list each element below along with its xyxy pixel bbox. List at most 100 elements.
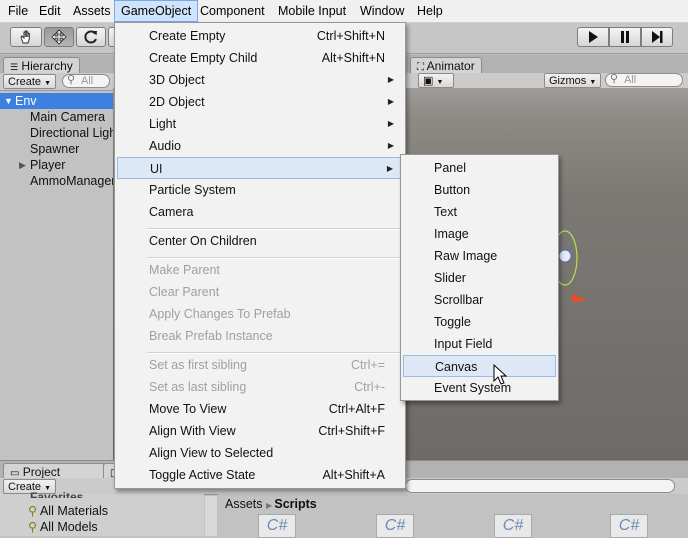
ui-item-slider[interactable]: Slider (403, 267, 556, 289)
submenu-arrow-icon: ▶ (387, 75, 394, 84)
menu-item-label: 3D Object (149, 73, 205, 87)
hierarchy-item-player[interactable]: ▶ Player (0, 157, 113, 173)
scene-search-input[interactable]: ⚲ All (605, 73, 683, 87)
hierarchy-item-ammomanager[interactable]: AmmoManager (0, 173, 115, 189)
ui-item-button[interactable]: Button (403, 179, 556, 201)
menu-mobile-input[interactable]: Mobile Input (272, 0, 352, 22)
menu-item-label: Raw Image (434, 249, 498, 263)
favorites-header: Favorites (30, 490, 84, 498)
ui-item-canvas[interactable]: Canvas (403, 355, 556, 377)
breadcrumb-assets[interactable]: Assets (225, 497, 263, 511)
menu-item-create-empty-child[interactable]: Create Empty Child Alt+Shift+N (117, 47, 403, 69)
dropdown-arrow-icon: ▼ (589, 79, 597, 86)
menu-item-label: Set as first sibling (149, 358, 247, 372)
search-icon: ⚲ (610, 73, 619, 85)
hierarchy-item-env[interactable]: ▼ Env (0, 93, 113, 109)
pause-button[interactable] (609, 27, 641, 47)
ui-item-scrollbar[interactable]: Scrollbar (403, 289, 556, 311)
project-tree-scrollbar[interactable] (205, 496, 217, 536)
gizmos-button[interactable]: Gizmos ▼ (544, 73, 602, 88)
menu-item-label: Align With View (149, 424, 236, 438)
fav-item-label: All Materials (39, 504, 109, 518)
menu-component[interactable]: Component (194, 0, 271, 22)
menu-item-align-view-to-selected[interactable]: Align View to Selected (117, 442, 403, 464)
breadcrumb-scripts[interactable]: Scripts (274, 497, 316, 511)
submenu-arrow-icon: ▶ (387, 97, 394, 106)
scene-render-button[interactable]: ▣ ▼ (418, 73, 454, 88)
hierarchy-item-spawner[interactable]: Spawner (0, 141, 113, 157)
menu-gameobject[interactable]: GameObject (114, 0, 199, 22)
search-placeholder: All (624, 74, 637, 86)
menu-item-ui[interactable]: UI ▶ (117, 157, 403, 179)
ui-item-toggle[interactable]: Toggle (403, 311, 556, 333)
ui-item-image[interactable]: Image (403, 223, 556, 245)
hierarchy-item-label: Env (15, 94, 37, 108)
fav-item-all-models[interactable]: ⚲ All Models (28, 519, 98, 535)
menu-item-move-to-view[interactable]: Move To View Ctrl+Alt+F (117, 398, 403, 420)
menu-item-toggle-active-state[interactable]: Toggle Active State Alt+Shift+A (117, 464, 403, 486)
menu-item-align-with-view[interactable]: Align With View Ctrl+Shift+F (117, 420, 403, 442)
menu-item-label: UI (150, 162, 163, 176)
menu-item-audio[interactable]: Audio ▶ (117, 135, 403, 157)
menu-item-create-empty[interactable]: Create Empty Ctrl+Shift+N (117, 25, 403, 47)
collapse-arrow-icon[interactable]: ▶ (19, 157, 26, 173)
tab-hierarchy[interactable]: ☰ Hierarchy (3, 57, 80, 74)
menu-item-center-on-children[interactable]: Center On Children (117, 230, 403, 252)
hierarchy-item-label: Main Camera (30, 110, 106, 124)
submenu-arrow-icon: ▶ (386, 164, 393, 173)
rotate-tool-button[interactable] (76, 27, 106, 47)
menu-item-light[interactable]: Light ▶ (117, 113, 403, 135)
submenu-arrow-icon: ▶ (387, 141, 394, 150)
menu-item-make-parent: Make Parent (117, 259, 403, 281)
menu-item-set-as-last-sibling: Set as last sibling Ctrl+- (117, 376, 403, 398)
step-icon (652, 31, 663, 43)
tab-hierarchy-label: Hierarchy (21, 59, 73, 73)
ui-item-raw-image[interactable]: Raw Image (403, 245, 556, 267)
mouse-cursor-icon (493, 364, 508, 385)
ui-item-event-system[interactable]: Event System (403, 377, 556, 399)
script-asset-thumbnail[interactable]: C# (258, 514, 296, 538)
hierarchy-item-main-camera[interactable]: Main Camera (0, 109, 113, 125)
ui-item-input-field[interactable]: Input Field (403, 333, 556, 355)
menu-item-label: Create Empty (149, 29, 226, 43)
hierarchy-panel: ☰ Hierarchy Create ▼ ⚲ All ▼ Env Main Ca… (0, 55, 116, 460)
menu-item-3d-object[interactable]: 3D Object ▶ (117, 69, 403, 91)
project-search-input[interactable] (405, 479, 675, 493)
hierarchy-create-button[interactable]: Create ▼ (3, 74, 57, 89)
fav-item-all-materials[interactable]: ⚲ All Materials (28, 503, 108, 519)
menu-item-label: Toggle (434, 315, 471, 329)
menu-item-particle-system[interactable]: Particle System (117, 179, 403, 201)
hierarchy-search-input[interactable]: ⚲ All (62, 74, 110, 88)
menu-item-label: Text (434, 205, 457, 219)
breadcrumb: Assets ▶ Scripts (225, 497, 317, 511)
menu-assets[interactable]: Assets (67, 0, 117, 22)
menu-help[interactable]: Help (411, 0, 449, 22)
search-placeholder: All (81, 75, 94, 87)
menu-item-label: Audio (149, 139, 181, 153)
script-asset-thumbnail[interactable]: C# (610, 514, 648, 538)
menu-edit[interactable]: Edit (33, 0, 67, 22)
menu-window[interactable]: Window (354, 0, 410, 22)
ui-item-text[interactable]: Text (403, 201, 556, 223)
hand-tool-button[interactable] (10, 27, 42, 47)
menu-item-label: Image (434, 227, 469, 241)
script-asset-thumbnail[interactable]: C# (376, 514, 414, 538)
menu-item-2d-object[interactable]: 2D Object ▶ (117, 91, 403, 113)
menu-item-shortcut: Alt+Shift+A (322, 468, 385, 482)
script-asset-thumbnail[interactable]: C# (494, 514, 532, 538)
tab-animator[interactable]: ⛶ Animator (410, 57, 482, 74)
ui-item-panel[interactable]: Panel (403, 157, 556, 179)
fav-item-label: All Models (39, 520, 98, 534)
menu-item-label: Align View to Selected (149, 446, 274, 460)
menu-item-camera[interactable]: Camera (117, 201, 403, 223)
move-tool-button[interactable] (44, 27, 74, 47)
play-button[interactable] (577, 27, 609, 47)
step-button[interactable] (641, 27, 673, 47)
project-assets-area: Assets ▶ Scripts C# C# C# C# (218, 494, 688, 538)
hierarchy-item-directional-light[interactable]: Directional Ligh (0, 125, 116, 141)
tab-project-label: Project (22, 465, 61, 479)
menu-item-shortcut: Ctrl+= (350, 358, 385, 372)
menu-file[interactable]: File (2, 0, 34, 22)
menu-item-shortcut: Ctrl+- (354, 380, 385, 394)
menu-item-label: Set as last sibling (149, 380, 247, 394)
